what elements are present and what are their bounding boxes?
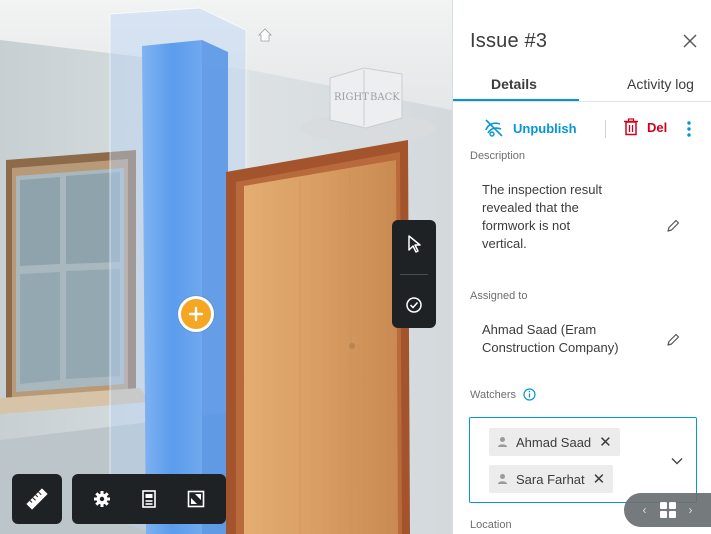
unpublish-button[interactable]: Unpublish [483, 118, 577, 138]
description-line: revealed that the [482, 200, 579, 215]
3d-viewport[interactable]: RIGHT BACK [0, 0, 452, 534]
watcher-chip: Sara Farhat ✕ [489, 465, 614, 493]
edit-description-icon[interactable] [665, 218, 681, 234]
panel-title: Issue #3 [470, 30, 548, 52]
trash-icon [624, 118, 638, 136]
selected-column [109, 7, 247, 534]
tab-activity-log[interactable]: Activity log [627, 76, 694, 92]
nav-cube-front-face: BACK [370, 92, 400, 103]
watcher-name: Ahmad Saad [516, 434, 592, 450]
description-line: The inspection result [482, 182, 602, 197]
assigned-to-value[interactable]: Ahmad Saad (Eram Construction Company) [482, 321, 657, 357]
remove-watcher-icon[interactable]: ✕ [599, 435, 612, 450]
fullscreen-button[interactable] [179, 482, 213, 516]
watchers-select[interactable]: Ahmad Saad ✕ Sara Farhat ✕ [469, 417, 697, 503]
description-line: formwork is not [482, 218, 571, 233]
unpublish-label: Unpublish [513, 120, 577, 136]
viewer-side-toolbar [392, 220, 436, 328]
cursor-icon [408, 234, 421, 253]
chevron-right-icon: › [688, 503, 693, 517]
issues-tool-button[interactable] [397, 288, 431, 322]
grid-icon [659, 502, 676, 518]
action-divider [605, 120, 606, 138]
description-line: vertical. [482, 236, 527, 251]
delete-label: Del [647, 119, 668, 135]
chevron-down-icon[interactable] [670, 454, 684, 468]
fullscreen-icon [188, 490, 205, 508]
sheets-button[interactable] [132, 482, 166, 516]
issue-pin[interactable] [178, 296, 214, 332]
home-icon[interactable] [257, 27, 273, 43]
more-options-icon[interactable] [684, 118, 694, 140]
door [226, 140, 410, 534]
edit-assignee-icon[interactable] [665, 332, 681, 348]
remove-watcher-icon[interactable]: ✕ [593, 472, 606, 487]
active-tab-indicator [453, 99, 579, 101]
description-text[interactable]: The inspection result revealed that the … [482, 181, 652, 253]
assigned-to-line: Ahmad Saad (Eram [482, 322, 597, 337]
check-circle-icon [406, 296, 422, 313]
delete-button[interactable]: Del [623, 118, 667, 136]
panel-tabs: Details Activity log [453, 74, 711, 102]
assigned-to-label: Assigned to [470, 290, 528, 302]
issue-actions: Unpublish Del [453, 114, 711, 144]
issue-details-panel: Issue #3 Details Activity log Unpublish [452, 0, 711, 534]
watcher-chip: Ahmad Saad ✕ [489, 428, 620, 456]
unpublish-icon [485, 119, 503, 137]
ruler-icon [26, 488, 48, 510]
close-icon[interactable] [681, 32, 699, 50]
select-tool-button[interactable] [397, 227, 431, 261]
plus-icon [188, 306, 204, 322]
watchers-label: Watchers [470, 388, 517, 401]
tab-details[interactable]: Details [491, 76, 537, 92]
sheet-icon [142, 490, 156, 508]
nav-cube-left-face: RIGHT [334, 92, 369, 103]
description-label: Description [470, 150, 526, 162]
measure-button[interactable] [12, 474, 62, 524]
assigned-to-line: Construction Company) [482, 340, 619, 355]
gear-icon [93, 491, 110, 507]
user-icon [498, 437, 507, 447]
watchers-header: Watchers [470, 388, 536, 401]
user-icon [498, 474, 507, 484]
chevron-left-icon: ‹ [642, 503, 647, 517]
model-scene[interactable]: RIGHT BACK [0, 0, 452, 534]
location-label: Location [470, 519, 512, 531]
watcher-name: Sara Farhat [516, 471, 585, 487]
layout-toggle-button[interactable]: ‹ › [624, 493, 711, 527]
toolbar-divider [400, 273, 428, 275]
settings-button[interactable] [85, 482, 119, 516]
viewer-bottom-toolbar [72, 474, 226, 524]
info-icon[interactable] [523, 388, 536, 401]
